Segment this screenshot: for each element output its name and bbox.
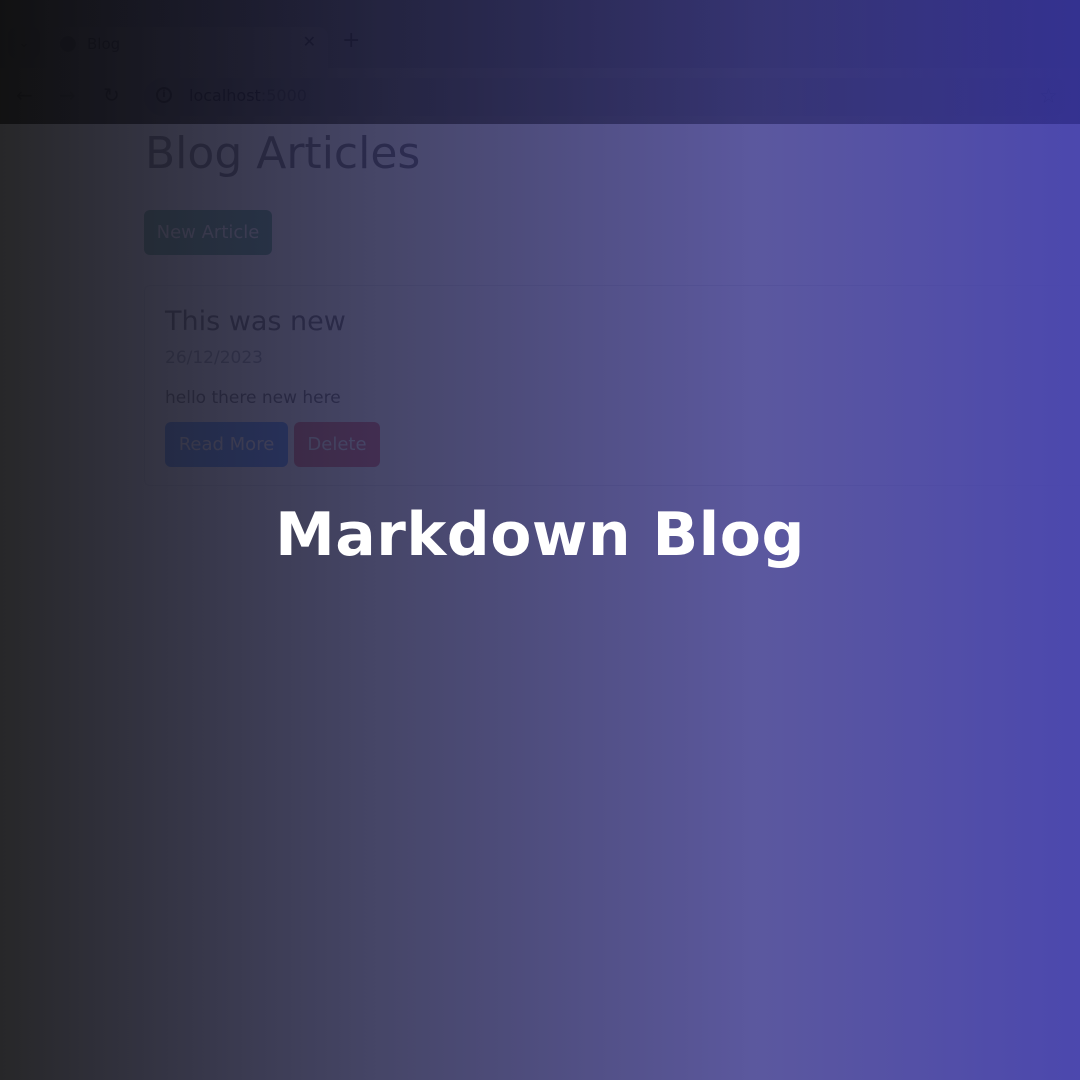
chevron-down-icon: ⌄: [18, 35, 30, 51]
url-host: localhost: [189, 86, 261, 105]
delete-button[interactable]: Delete: [294, 422, 380, 467]
star-icon[interactable]: ☆: [1039, 84, 1058, 108]
back-button[interactable]: ←: [16, 83, 33, 107]
reload-icon: ↻: [103, 83, 120, 107]
info-icon[interactable]: i: [156, 87, 172, 103]
arrow-left-icon: ←: [16, 83, 33, 107]
article-description: hello there new here: [165, 388, 341, 408]
tab-title: Blog: [87, 35, 121, 53]
article-card: This was new 26/12/2023 hello there new …: [144, 285, 1080, 486]
page-content: Blog Articles New Article This was new 2…: [0, 124, 1080, 1080]
globe-icon: [60, 36, 76, 52]
address-bar[interactable]: i localhost:5000 ☆: [144, 78, 1072, 116]
article-date: 26/12/2023: [165, 348, 263, 368]
forward-button[interactable]: →: [59, 83, 76, 107]
screenshot-stage: ⌄ Blog ✕ + ← → ↻ i localhost:5000 ☆ Blog…: [0, 0, 1080, 1080]
browser-tab[interactable]: Blog ✕: [48, 27, 328, 68]
arrow-right-icon: →: [59, 83, 76, 107]
close-icon[interactable]: ✕: [303, 32, 316, 51]
browser-toolbar: ← → ↻ i localhost:5000 ☆: [0, 68, 1080, 124]
read-more-button[interactable]: Read More: [165, 422, 288, 467]
article-title: This was new: [165, 306, 346, 337]
overlay-headline: Markdown Blog: [275, 500, 805, 570]
page-title: Blog Articles: [145, 128, 421, 179]
url-port: :5000: [260, 86, 307, 105]
browser-tabstrip: ⌄ Blog ✕ +: [0, 0, 1080, 68]
new-article-button[interactable]: New Article: [144, 210, 272, 255]
tab-search-button[interactable]: ⌄: [8, 27, 40, 59]
new-tab-button[interactable]: +: [342, 30, 360, 52]
reload-button[interactable]: ↻: [103, 83, 120, 107]
url-text: localhost:5000: [189, 86, 307, 105]
